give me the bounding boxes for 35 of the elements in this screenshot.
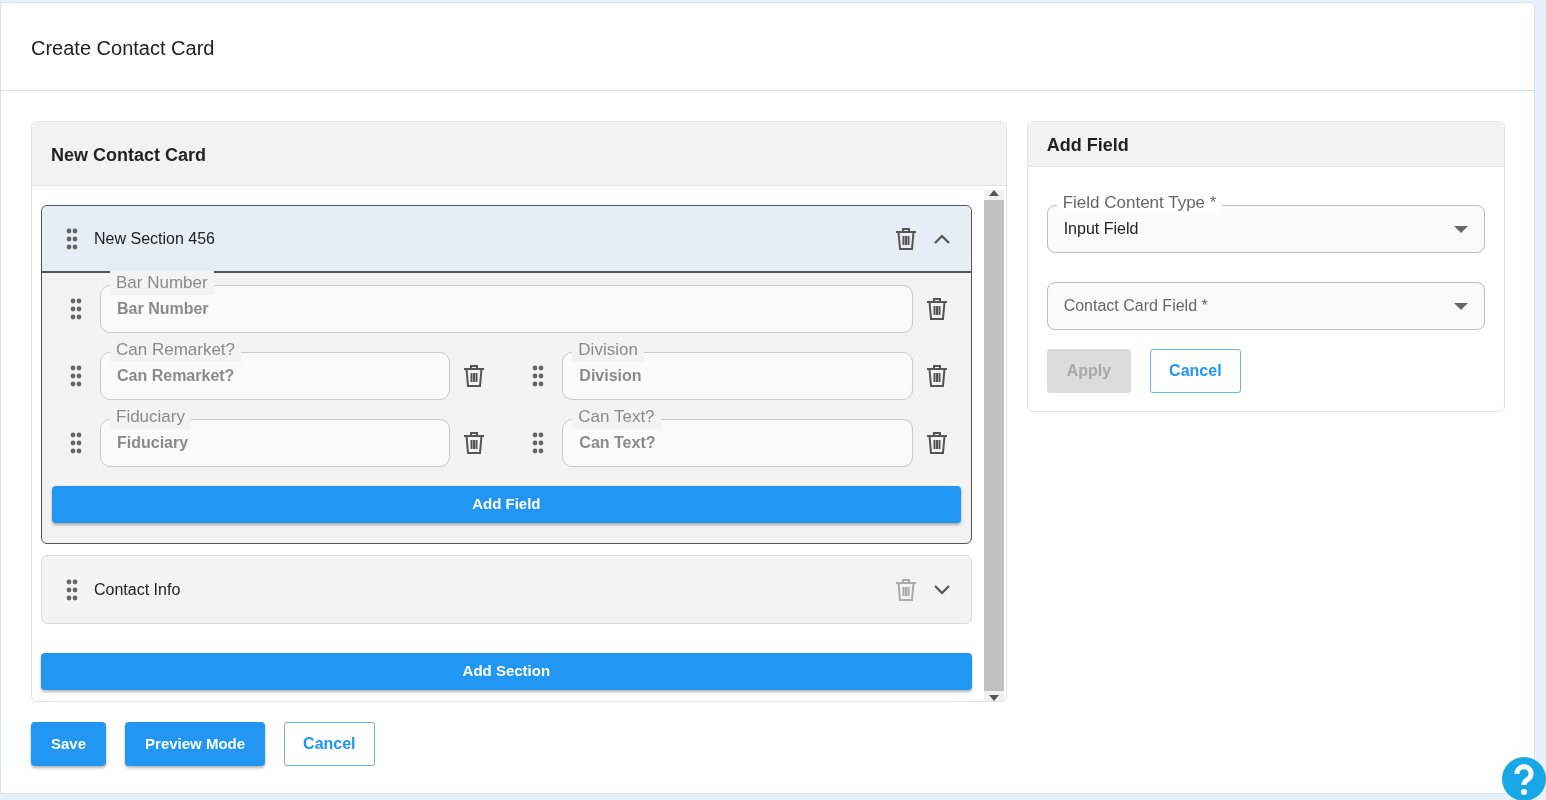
panel-title: Add Field xyxy=(1027,122,1504,167)
drag-handle-icon[interactable] xyxy=(70,432,82,454)
help-icon[interactable] xyxy=(1502,757,1546,800)
dropdown-caret-icon xyxy=(1454,225,1468,233)
scroll-up-icon[interactable] xyxy=(988,190,999,196)
section-title: New Section 456 xyxy=(94,228,216,249)
select-placeholder: Contact Card Field * xyxy=(1063,296,1209,316)
drag-handle-icon[interactable] xyxy=(66,578,78,601)
preview-button[interactable]: Preview Mode xyxy=(125,722,266,766)
trash-icon[interactable] xyxy=(463,431,486,455)
add-section-button[interactable]: Add Section xyxy=(41,653,972,690)
section-title: Contact Info xyxy=(94,579,182,600)
trash-icon[interactable] xyxy=(925,364,948,388)
drag-handle-icon[interactable] xyxy=(532,365,545,387)
panel-title: New Contact Card xyxy=(32,122,1006,186)
dropdown-caret-icon xyxy=(1454,302,1468,310)
drag-handle-icon[interactable] xyxy=(70,298,82,320)
select-field[interactable]: Contact Card Field * xyxy=(1046,282,1485,330)
trash-icon[interactable] xyxy=(894,226,917,251)
drag-handle-icon[interactable] xyxy=(532,432,545,454)
field-label: Bar Number xyxy=(110,271,214,295)
cancel-button[interactable]: Cancel xyxy=(1150,349,1241,393)
collapse-chevron-icon[interactable] xyxy=(932,232,951,245)
scroll-down-icon[interactable] xyxy=(988,695,999,701)
drag-handle-icon[interactable] xyxy=(70,365,82,387)
drag-handle-icon[interactable] xyxy=(66,227,78,250)
cancel-button[interactable]: Cancel xyxy=(284,722,375,766)
expand-chevron-icon[interactable] xyxy=(932,583,951,596)
save-button[interactable]: Save xyxy=(31,722,107,766)
trash-icon[interactable] xyxy=(925,431,948,455)
trash-icon[interactable] xyxy=(925,297,948,321)
page-title: Create Contact Card xyxy=(1,3,1534,91)
add-field-button[interactable]: Add Field xyxy=(52,486,961,523)
trash-icon[interactable] xyxy=(463,364,486,388)
select-value: Input Field xyxy=(1063,219,1140,239)
